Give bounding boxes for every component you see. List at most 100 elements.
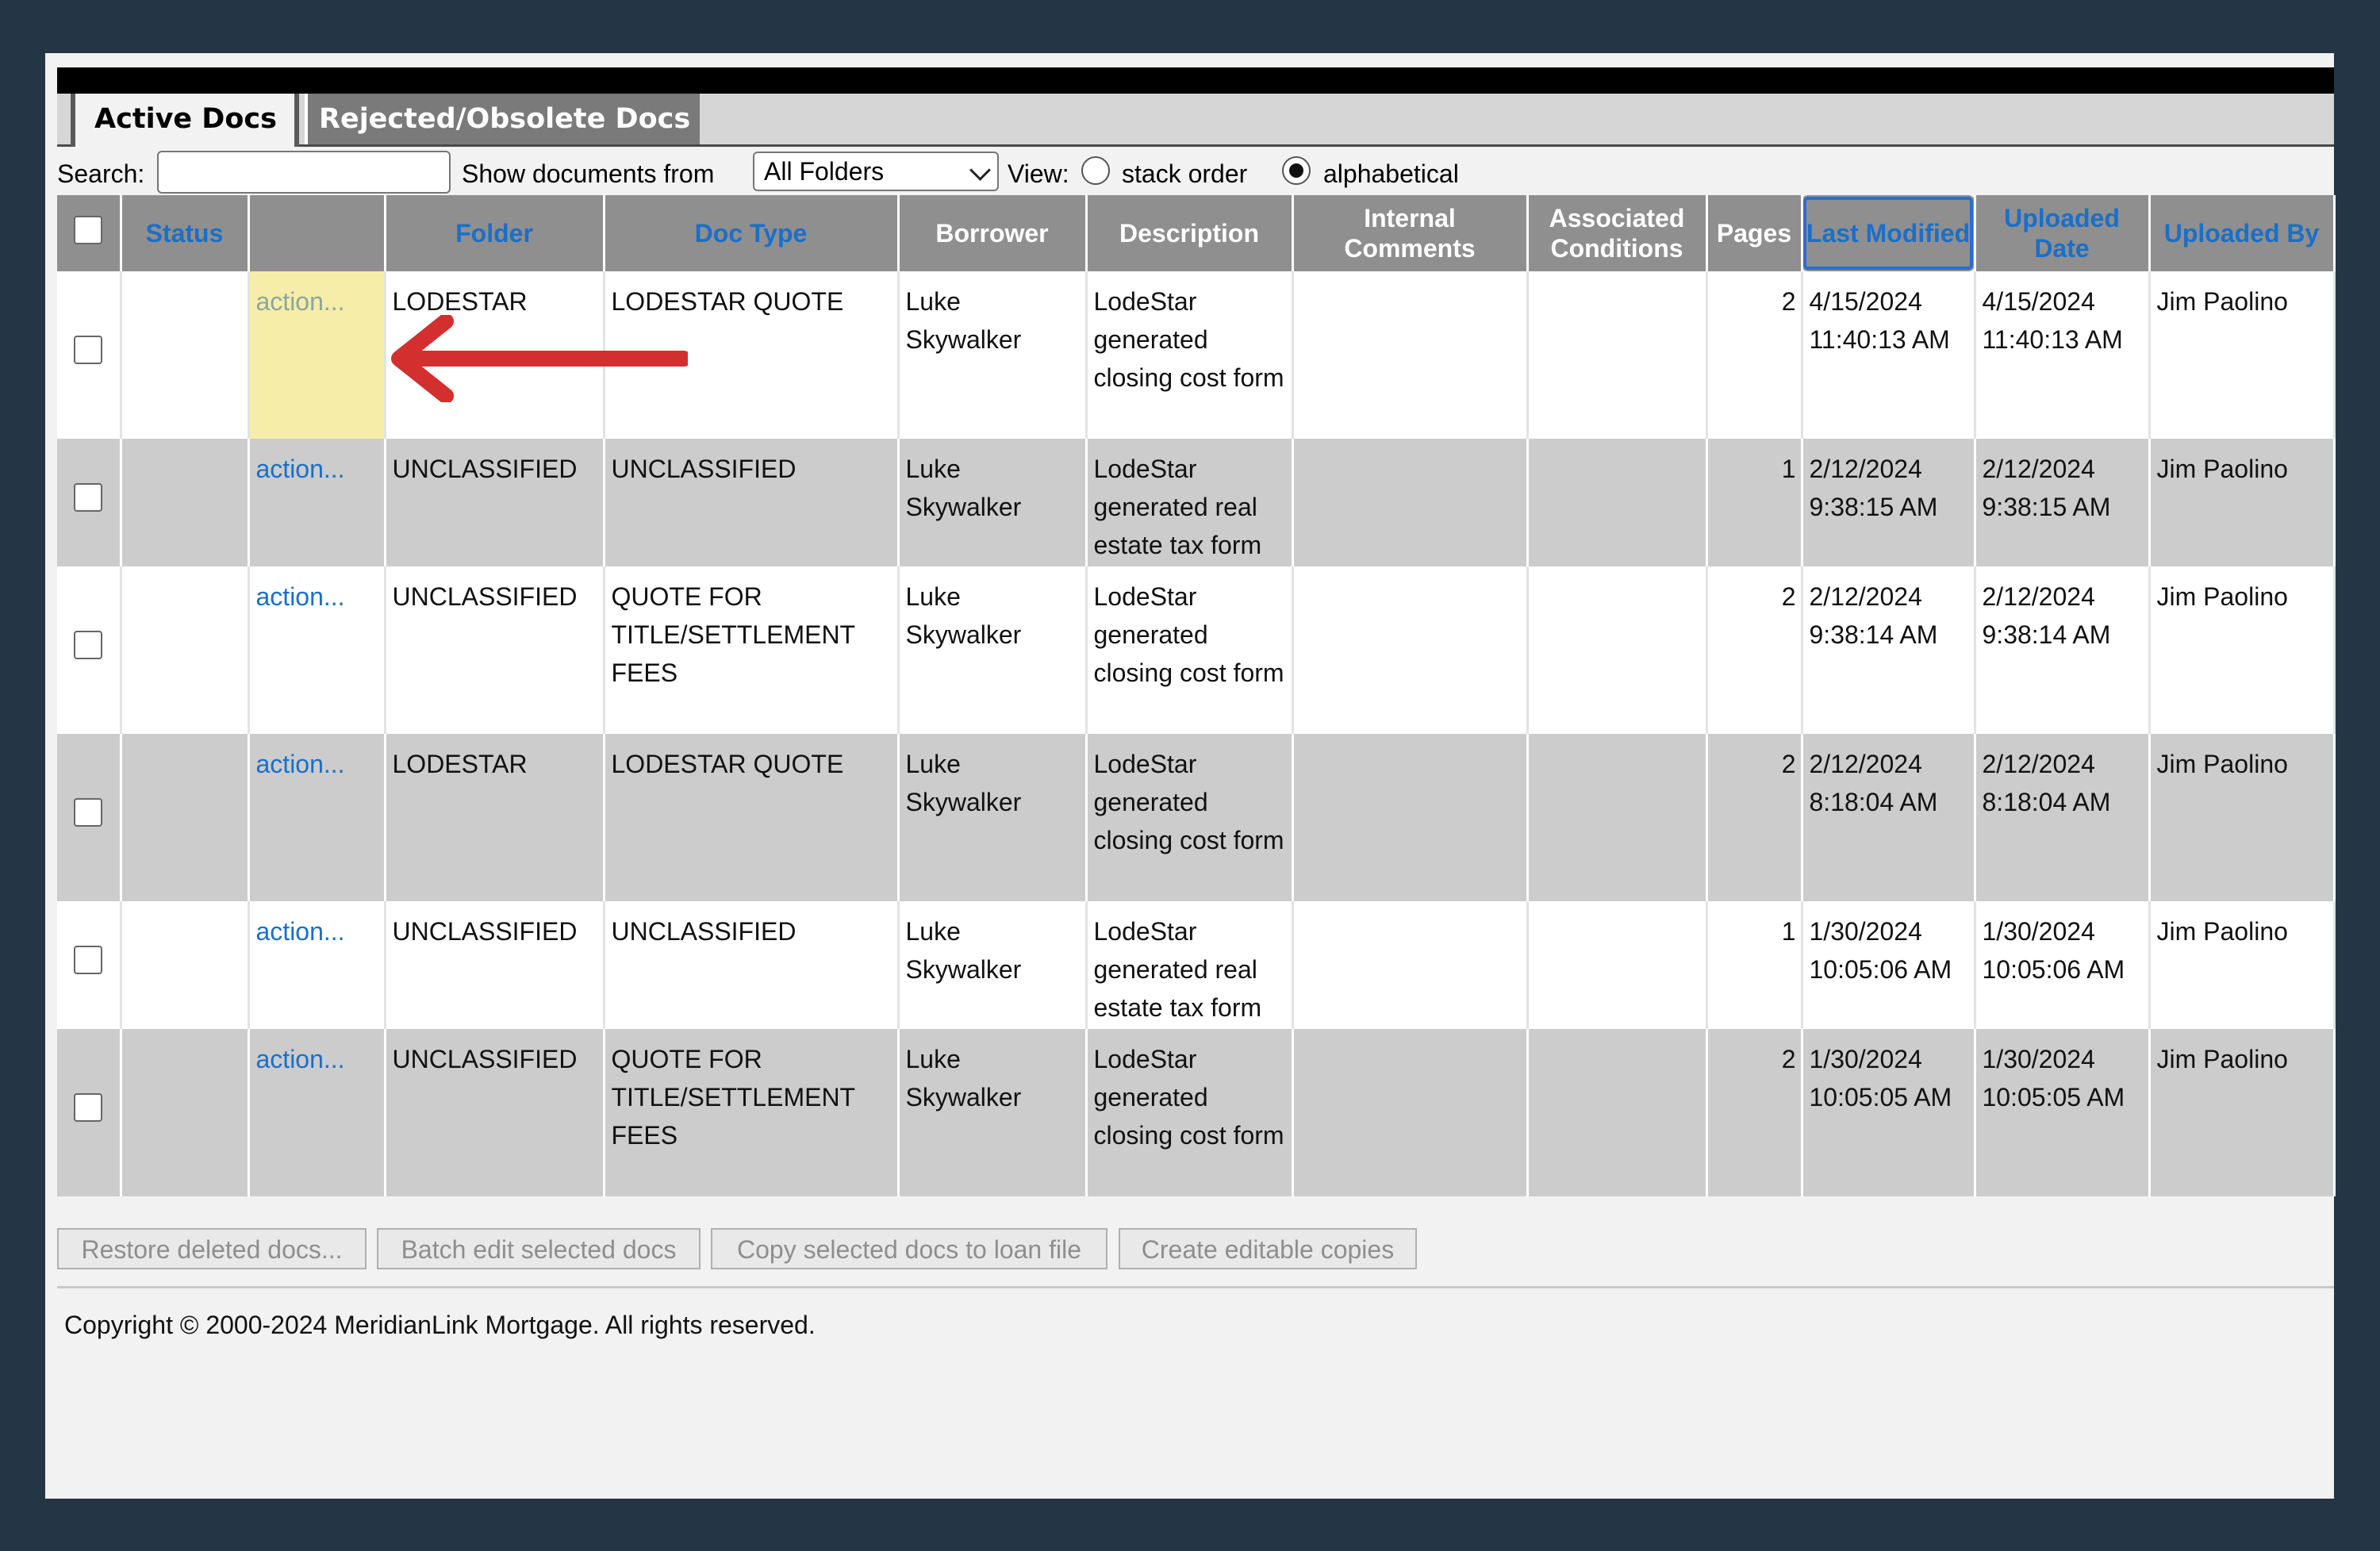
folder-select-value: All Folders <box>764 157 885 186</box>
associated-conditions-cell <box>1527 439 1708 566</box>
row-checkbox[interactable] <box>74 483 103 512</box>
description-cell: LodeStar generated closing cost form <box>1086 271 1294 439</box>
pages-cell: 2 <box>1706 271 1803 439</box>
status-cell <box>121 439 250 566</box>
uploaded-date-cell: 1/30/2024 10:05:05 AM <box>1975 1029 2151 1196</box>
header-associated-conditions: Associated Conditions <box>1527 195 1708 271</box>
document-panel: Active Docs Rejected/Obsolete Docs Searc… <box>45 53 2336 1499</box>
action-link[interactable]: action... <box>256 582 345 611</box>
header-uploaded-by[interactable]: Uploaded By <box>2149 195 2336 271</box>
folder-select[interactable]: All Folders <box>753 152 999 191</box>
batch-edit-button[interactable]: Batch edit selected docs <box>377 1228 701 1269</box>
tab-rejected-obsolete-docs[interactable]: Rejected/Obsolete Docs <box>305 94 700 144</box>
last-modified-cell: 2/12/2024 9:38:15 AM <box>1802 439 1976 566</box>
tab-strip: Active Docs Rejected/Obsolete Docs <box>57 94 2334 147</box>
associated-conditions-cell <box>1527 271 1708 439</box>
last-modified-cell: 2/12/2024 9:38:14 AM <box>1802 566 1976 734</box>
uploaded-date-cell: 2/12/2024 9:38:15 AM <box>1975 439 2151 566</box>
description-cell: LodeStar generated closing cost form <box>1086 566 1294 734</box>
associated-conditions-cell <box>1527 566 1708 734</box>
doc-type-cell: UNCLASSIFIED <box>604 901 900 1029</box>
folder-cell: LODESTAR <box>385 734 605 901</box>
table-row: action... UNCLASSIFIED QUOTE FOR TITLE/S… <box>57 1029 2336 1196</box>
row-checkbox-cell <box>57 1029 122 1196</box>
header-description: Description <box>1086 195 1294 271</box>
header-pages: Pages <box>1706 195 1803 271</box>
filter-row: Search: Show documents from All Folders … <box>57 147 2334 201</box>
header-borrower: Borrower <box>898 195 1088 271</box>
action-link[interactable]: action... <box>256 455 345 483</box>
folder-cell: UNCLASSIFIED <box>385 901 605 1029</box>
row-checkbox[interactable] <box>74 946 103 974</box>
alphabetical-label: alphabetical <box>1323 159 1459 188</box>
action-link[interactable]: action... <box>256 1045 345 1073</box>
uploaded-by-cell: Jim Paolino <box>2149 566 2336 734</box>
radio-alphabetical[interactable] <box>1282 156 1311 185</box>
last-modified-cell: 4/15/2024 11:40:13 AM <box>1802 271 1976 439</box>
table-row: action... UNCLASSIFIED UNCLASSIFIED Luke… <box>57 901 2336 1029</box>
uploaded-by-cell: Jim Paolino <box>2149 734 2336 901</box>
description-cell: LodeStar generated real estate tax form <box>1086 439 1294 566</box>
pages-cell: 2 <box>1706 1029 1803 1196</box>
pages-cell: 1 <box>1706 439 1803 566</box>
radio-stack-order[interactable] <box>1081 156 1110 185</box>
folder-cell: UNCLASSIFIED <box>385 1029 605 1196</box>
uploaded-by-cell: Jim Paolino <box>2149 1029 2336 1196</box>
header-status[interactable]: Status <box>121 195 250 271</box>
description-cell: LodeStar generated closing cost form <box>1086 734 1294 901</box>
tab-active-docs[interactable]: Active Docs <box>71 94 299 147</box>
pages-cell: 2 <box>1706 734 1803 901</box>
borrower-cell: Luke Skywalker <box>898 734 1088 901</box>
uploaded-by-cell: Jim Paolino <box>2149 271 2336 439</box>
action-link[interactable]: action... <box>256 917 345 946</box>
action-cell: action... <box>248 1029 386 1196</box>
header-doc-type[interactable]: Doc Type <box>604 195 900 271</box>
search-input[interactable] <box>157 151 451 194</box>
uploaded-date-cell: 4/15/2024 11:40:13 AM <box>1975 271 2151 439</box>
associated-conditions-cell <box>1527 901 1708 1029</box>
header-folder[interactable]: Folder <box>385 195 605 271</box>
row-checkbox[interactable] <box>74 631 103 659</box>
internal-comments-cell <box>1292 901 1529 1029</box>
action-link[interactable]: action... <box>256 287 345 316</box>
row-checkbox[interactable] <box>74 336 103 364</box>
copy-to-loan-file-button[interactable]: Copy selected docs to loan file <box>711 1228 1107 1269</box>
doc-type-cell: QUOTE FOR TITLE/SETTLEMENT FEES <box>604 566 900 734</box>
doc-type-cell: UNCLASSIFIED <box>604 439 900 566</box>
row-checkbox-cell <box>57 439 122 566</box>
header-action <box>248 195 386 271</box>
uploaded-date-cell: 2/12/2024 9:38:14 AM <box>1975 566 2151 734</box>
header-uploaded-date[interactable]: Uploaded Date <box>1975 195 2151 271</box>
stack-order-label: stack order <box>1122 159 1248 188</box>
last-modified-cell: 1/30/2024 10:05:05 AM <box>1802 1029 1976 1196</box>
restore-deleted-docs-button[interactable]: Restore deleted docs... <box>57 1228 367 1269</box>
internal-comments-cell <box>1292 1029 1529 1196</box>
uploaded-by-cell: Jim Paolino <box>2149 901 2336 1029</box>
row-checkbox[interactable] <box>74 1093 103 1122</box>
create-editable-copies-button[interactable]: Create editable copies <box>1119 1228 1417 1269</box>
internal-comments-cell <box>1292 271 1529 439</box>
red-arrow-icon <box>391 315 688 402</box>
search-label: Search: <box>57 159 145 188</box>
copyright-text: Copyright © 2000-2024 MeridianLink Mortg… <box>64 1311 816 1339</box>
select-all-checkbox[interactable] <box>74 216 103 244</box>
borrower-cell: Luke Skywalker <box>898 1029 1088 1196</box>
chevron-down-icon <box>969 159 991 181</box>
uploaded-date-cell: 1/30/2024 10:05:06 AM <box>1975 901 2151 1029</box>
header-last-modified[interactable]: Last Modified <box>1802 195 1976 271</box>
status-cell <box>121 1029 250 1196</box>
borrower-cell: Luke Skywalker <box>898 271 1088 439</box>
borrower-cell: Luke Skywalker <box>898 439 1088 566</box>
borrower-cell: Luke Skywalker <box>898 566 1088 734</box>
associated-conditions-cell <box>1527 734 1708 901</box>
action-link[interactable]: action... <box>256 750 345 778</box>
view-label: View: <box>1008 159 1069 188</box>
action-cell: action... <box>248 734 386 901</box>
uploaded-date-cell: 2/12/2024 8:18:04 AM <box>1975 734 2151 901</box>
borrower-cell: Luke Skywalker <box>898 901 1088 1029</box>
row-checkbox-cell <box>57 566 122 734</box>
row-checkbox[interactable] <box>74 798 103 827</box>
status-cell <box>121 734 250 901</box>
pages-cell: 2 <box>1706 566 1803 734</box>
doc-type-cell: LODESTAR QUOTE <box>604 734 900 901</box>
